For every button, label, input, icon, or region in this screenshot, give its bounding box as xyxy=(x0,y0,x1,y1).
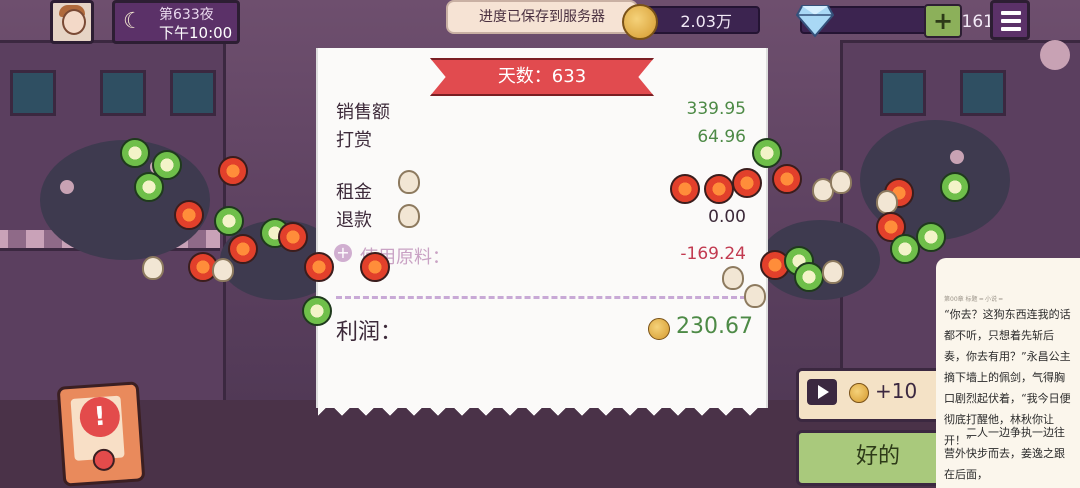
sales-value: 339.95 xyxy=(686,99,746,119)
window xyxy=(100,70,146,116)
reader-overlay[interactable]: 第00章 标题 ━ 小说 ━ “你去？这狗东西连我的话都不听，只想着先斩后奏，你… xyxy=(936,258,1080,488)
garlic-clove xyxy=(212,258,234,282)
profit-value: 230.67 xyxy=(676,314,753,339)
window xyxy=(10,70,56,116)
tips-value: 64.96 xyxy=(697,127,746,147)
jalapeno-slice xyxy=(134,172,164,202)
tomato-slice xyxy=(278,222,308,252)
garlic-clove xyxy=(876,190,898,214)
coin-icon xyxy=(648,318,670,340)
tomato-slice xyxy=(218,156,248,186)
tips-label: 打赏 xyxy=(336,130,372,151)
reader-paragraph: 二人一边争执一边往营外快步而去，姜逸之跟在后面， xyxy=(944,426,1065,481)
ingredients-value: -169.24 xyxy=(680,244,746,264)
garlic-clove xyxy=(744,284,766,308)
tomato-slice xyxy=(772,164,802,194)
alert-dot xyxy=(92,448,116,472)
flower xyxy=(950,150,964,164)
profit-label: 利润： xyxy=(336,320,403,345)
jalapeno-slice xyxy=(890,234,920,264)
sales-label: 销售额 xyxy=(336,102,390,123)
tomato-slice xyxy=(228,234,258,264)
garlic-clove xyxy=(398,170,420,194)
tomato-slice xyxy=(670,174,700,204)
coin-icon xyxy=(622,4,658,40)
alert-icon[interactable]: ! xyxy=(56,381,146,487)
play-icon xyxy=(807,379,837,405)
receipt-torn-edge xyxy=(318,404,766,426)
jalapeno-slice xyxy=(302,296,332,326)
day-label: 第633夜 xyxy=(159,7,214,23)
tomato-slice xyxy=(304,252,334,282)
avatar-face xyxy=(62,9,86,35)
jalapeno-slice xyxy=(940,172,970,202)
garlic-clove xyxy=(822,260,844,284)
jalapeno-slice xyxy=(752,138,782,168)
ad-reward-amount: +10 xyxy=(875,379,918,403)
refund-label: 退款 xyxy=(336,210,372,231)
time-label: 下午10:00 xyxy=(159,24,233,42)
window xyxy=(170,70,216,116)
coin-icon xyxy=(849,383,869,403)
coin-amount: 2.03万 xyxy=(680,12,732,31)
garlic-clove xyxy=(142,256,164,280)
garlic-clove xyxy=(830,170,852,194)
menu-bar xyxy=(1001,27,1021,31)
tomato-slice xyxy=(704,174,734,204)
garlic-clove xyxy=(398,204,420,228)
jalapeno-slice xyxy=(916,222,946,252)
garlic-clove xyxy=(722,266,744,290)
window xyxy=(960,70,1006,116)
window xyxy=(880,70,926,116)
refund-value: 0.00 xyxy=(708,207,746,227)
day-time-panel: ☾ 第633夜 下午10:00 xyxy=(112,0,240,44)
buy-diamonds-button[interactable]: + xyxy=(924,4,962,38)
menu-icon[interactable] xyxy=(990,0,1030,40)
flower xyxy=(1040,40,1070,70)
reader-header: 第00章 标题 ━ 小说 ━ xyxy=(944,296,1003,303)
receipt-divider xyxy=(336,296,746,299)
tomato-slice xyxy=(360,252,390,282)
diamond-icon xyxy=(796,5,834,38)
save-toast: 进度已保存到服务器 xyxy=(446,0,638,34)
day-ribbon: 天数：633 xyxy=(430,58,654,96)
tomato-slice xyxy=(174,200,204,230)
jalapeno-slice xyxy=(794,262,824,292)
jalapeno-slice xyxy=(214,206,244,236)
moon-icon: ☾ xyxy=(123,9,143,34)
player-avatar[interactable] xyxy=(50,0,94,44)
watch-ad-reward[interactable]: +10 xyxy=(796,368,948,422)
menu-bar xyxy=(1001,19,1021,23)
tomato-slice xyxy=(732,168,762,198)
expand-ingredients-icon[interactable]: + xyxy=(334,244,352,262)
jalapeno-slice xyxy=(120,138,150,168)
flower xyxy=(60,180,74,194)
menu-bar xyxy=(1001,11,1021,15)
rent-label: 租金 xyxy=(336,182,372,203)
